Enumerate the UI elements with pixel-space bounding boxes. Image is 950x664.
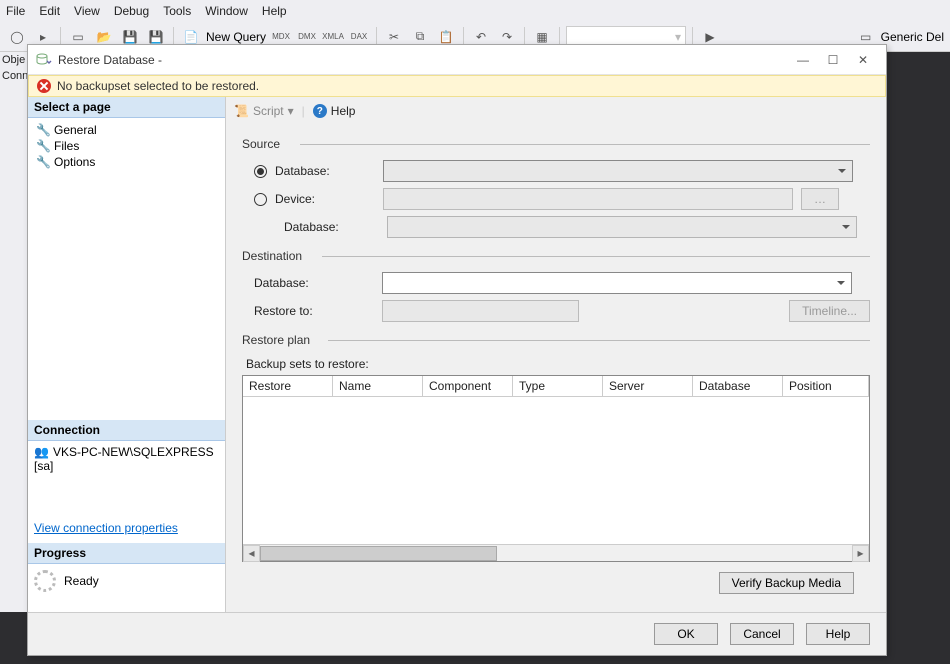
page-options[interactable]: 🔧Options bbox=[34, 154, 219, 170]
timeline-button[interactable]: Timeline... bbox=[789, 300, 870, 322]
source-database-dropdown[interactable] bbox=[383, 160, 853, 182]
wrench-icon: 🔧 bbox=[36, 139, 48, 153]
restore-plan-group: Restore plan bbox=[242, 333, 870, 347]
col-position[interactable]: Position bbox=[783, 376, 869, 397]
ide-menubar: File Edit View Debug Tools Window Help bbox=[0, 0, 950, 22]
backup-sets-table[interactable]: Restore Name Component Type Server Datab… bbox=[242, 375, 870, 562]
connection-head: Connection bbox=[28, 420, 225, 441]
script-icon: 📜 bbox=[234, 104, 249, 118]
source-database-label: Database: bbox=[275, 164, 375, 178]
progress-spinner-icon bbox=[34, 570, 56, 592]
wrench-icon: 🔧 bbox=[36, 123, 48, 137]
dest-database-dropdown[interactable] bbox=[382, 272, 852, 294]
page-files[interactable]: 🔧Files bbox=[34, 138, 219, 154]
minimize-button[interactable]: — bbox=[788, 49, 818, 71]
server-icon: 👥 bbox=[34, 445, 49, 459]
progress-head: Progress bbox=[28, 543, 225, 564]
warning-text: No backupset selected to be restored. bbox=[57, 79, 259, 93]
scroll-left-icon[interactable]: ◂ bbox=[243, 545, 260, 562]
generic-debugger-label: Generic Del bbox=[881, 30, 944, 44]
col-database[interactable]: Database bbox=[693, 376, 783, 397]
close-button[interactable]: ✕ bbox=[848, 49, 878, 71]
progress-status: Ready bbox=[64, 574, 99, 588]
nav-back-icon[interactable]: ◯ bbox=[6, 26, 28, 48]
restore-icon bbox=[36, 52, 52, 68]
ok-button[interactable]: OK bbox=[654, 623, 718, 645]
page-general[interactable]: 🔧General bbox=[34, 122, 219, 138]
restore-database-dialog: Restore Database - — ☐ ✕ No backupset se… bbox=[27, 44, 887, 656]
object-explorer-connect: Conn bbox=[0, 68, 29, 84]
script-button[interactable]: 📜 Script ▾ bbox=[234, 104, 294, 118]
cancel-button[interactable]: Cancel bbox=[730, 623, 794, 645]
col-server[interactable]: Server bbox=[603, 376, 693, 397]
col-name[interactable]: Name bbox=[333, 376, 423, 397]
restore-to-textbox bbox=[382, 300, 579, 322]
col-component[interactable]: Component bbox=[423, 376, 513, 397]
source-database-radio[interactable] bbox=[254, 165, 267, 178]
object-explorer-title: Obje bbox=[0, 52, 29, 68]
restore-to-label: Restore to: bbox=[254, 304, 374, 318]
verify-backup-media-button[interactable]: Verify Backup Media bbox=[719, 572, 854, 594]
source-device-database-dropdown bbox=[387, 216, 857, 238]
chevron-down-icon: ▾ bbox=[288, 104, 294, 118]
source-device-database-label: Database: bbox=[284, 220, 379, 234]
col-type[interactable]: Type bbox=[513, 376, 603, 397]
source-device-radio[interactable] bbox=[254, 193, 267, 206]
warning-bar: No backupset selected to be restored. bbox=[28, 75, 886, 97]
help-button[interactable]: ? Help bbox=[313, 104, 356, 118]
help-button[interactable]: Help bbox=[806, 623, 870, 645]
menu-file[interactable]: File bbox=[6, 4, 25, 18]
backup-sets-label: Backup sets to restore: bbox=[246, 357, 870, 371]
dialog-title: Restore Database - bbox=[58, 53, 788, 67]
table-header: Restore Name Component Type Server Datab… bbox=[243, 376, 869, 397]
dialog-button-bar: OK Cancel Help bbox=[28, 612, 886, 655]
left-pane: Select a page 🔧General 🔧Files 🔧Options C… bbox=[28, 97, 226, 612]
horizontal-scrollbar[interactable]: ◂ ▸ bbox=[243, 544, 869, 561]
menu-debug[interactable]: Debug bbox=[114, 4, 149, 18]
wrench-icon: 🔧 bbox=[36, 155, 48, 169]
destination-group: Destination bbox=[242, 249, 870, 263]
dialog-titlebar[interactable]: Restore Database - — ☐ ✕ bbox=[28, 45, 886, 75]
menu-help[interactable]: Help bbox=[262, 4, 287, 18]
source-device-textbox bbox=[383, 188, 793, 210]
maximize-button[interactable]: ☐ bbox=[818, 49, 848, 71]
menu-tools[interactable]: Tools bbox=[163, 4, 191, 18]
device-browse-button[interactable]: … bbox=[801, 188, 839, 210]
source-group: Source bbox=[242, 137, 870, 151]
view-connection-properties-link[interactable]: View connection properties bbox=[28, 521, 225, 535]
error-icon bbox=[37, 79, 51, 93]
connection-string: VKS-PC-NEW\SQLEXPRESS [sa] bbox=[34, 445, 214, 473]
menu-window[interactable]: Window bbox=[205, 4, 248, 18]
dest-database-label: Database: bbox=[254, 276, 374, 290]
menu-view[interactable]: View bbox=[74, 4, 100, 18]
source-device-label: Device: bbox=[275, 192, 375, 206]
scroll-thumb[interactable] bbox=[260, 546, 497, 561]
right-pane: 📜 Script ▾ | ? Help Source Database: bbox=[226, 97, 886, 612]
select-page-head: Select a page bbox=[28, 97, 225, 118]
scroll-right-icon[interactable]: ▸ bbox=[852, 545, 869, 562]
menu-edit[interactable]: Edit bbox=[39, 4, 60, 18]
help-icon: ? bbox=[313, 104, 327, 118]
object-explorer-panel: Obje Conn bbox=[0, 52, 30, 612]
new-query-button[interactable]: New Query bbox=[206, 30, 266, 44]
col-restore[interactable]: Restore bbox=[243, 376, 333, 397]
table-body bbox=[243, 397, 869, 544]
